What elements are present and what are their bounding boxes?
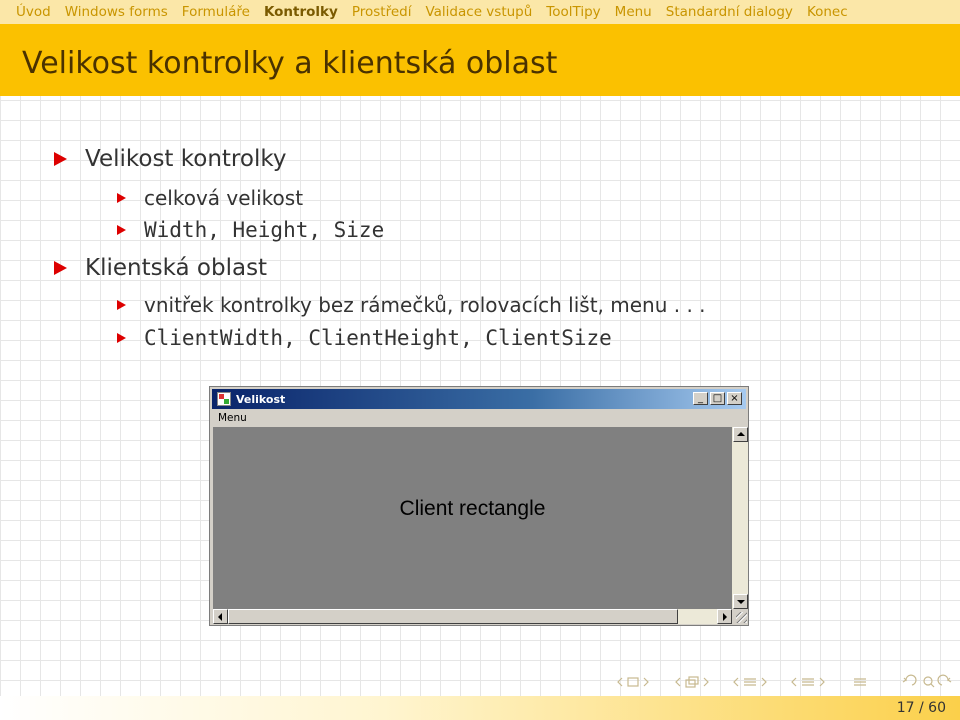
nav-item-konec[interactable]: Konec	[807, 4, 848, 20]
scroll-up-arrow-icon	[733, 427, 748, 442]
nav-left-arrow-icon	[617, 677, 623, 687]
window-title: Velikost	[236, 392, 286, 406]
nav-section-icon	[802, 678, 814, 686]
bullet-klientska-oblast: Klientská oblast	[54, 255, 267, 281]
nav-right-arrow-icon	[819, 677, 825, 687]
subbullet-width-height-size: Width, Height, Size	[117, 218, 384, 242]
maximize-icon: □	[710, 392, 725, 405]
nav-item-prostredi[interactable]: Prostředí	[352, 4, 412, 20]
scroll-down-arrow-icon	[733, 594, 748, 609]
window-menubar: Menu	[212, 409, 746, 427]
client-rectangle: Client rectangle	[213, 427, 732, 609]
search-icon	[923, 676, 933, 686]
subbullet-code-text: Width, Height, Size	[144, 218, 385, 242]
windows-form-image: Velikost _ □ × Menu Client rectangle	[209, 386, 749, 626]
section-navigation: Úvod Windows forms Formuláře Kontrolky P…	[0, 0, 960, 24]
subbullet-text: celková velikost	[144, 186, 304, 210]
nav-section-icon	[744, 678, 756, 686]
subbullet-triangle-icon	[117, 333, 126, 343]
page-number: 17 / 60	[896, 700, 946, 716]
minimize-icon: _	[693, 392, 708, 405]
nav-item-windows-forms[interactable]: Windows forms	[65, 4, 168, 20]
client-rectangle-label: Client rectangle	[399, 497, 546, 520]
scroll-right-arrow-icon	[717, 609, 732, 624]
vertical-scrollbar	[732, 427, 748, 609]
close-icon: ×	[727, 392, 742, 405]
nav-item-uvod[interactable]: Úvod	[16, 4, 51, 20]
nav-item-validace-vstupu[interactable]: Validace vstupů	[425, 4, 532, 20]
subbullet-triangle-icon	[117, 193, 126, 203]
beamer-search-symbols	[902, 674, 952, 688]
bullet-triangle-icon	[54, 261, 67, 275]
nav-document-icon	[854, 678, 866, 686]
vertical-scroll-track	[733, 442, 748, 594]
nav-item-formulare[interactable]: Formuláře	[182, 4, 250, 20]
window-controls: _ □ ×	[691, 392, 742, 405]
nav-frame-icon	[627, 677, 639, 687]
undo-icon	[902, 674, 917, 686]
subbullet-vnitrek: vnitřek kontrolky bez rámečků, rolovacíc…	[117, 293, 706, 317]
redo-icon	[937, 674, 952, 686]
nav-item-tooltipy[interactable]: ToolTipy	[546, 4, 600, 20]
beamer-navigation-symbols	[617, 676, 866, 688]
scrollbar-corner	[732, 609, 748, 624]
bullet-text: Velikost kontrolky	[85, 146, 287, 172]
window-menu-item: Menu	[218, 412, 247, 424]
subbullet-triangle-icon	[117, 300, 126, 310]
window-title-bar: Velikost _ □ ×	[212, 389, 746, 409]
nav-left-arrow-icon	[791, 677, 797, 687]
window-app-icon	[217, 392, 231, 406]
nav-right-arrow-icon	[703, 677, 709, 687]
horizontal-scrollbar	[213, 609, 732, 624]
nav-left-arrow-icon	[733, 677, 739, 687]
subbullet-celkova-velikost: celková velikost	[117, 186, 303, 210]
size-grip-icon	[736, 612, 747, 623]
subbullet-text: vnitřek kontrolky bez rámečků, rolovacíc…	[144, 293, 706, 317]
nav-right-arrow-icon	[761, 677, 767, 687]
frame-title-bar: Velikost kontrolky a klientská oblast	[0, 24, 960, 96]
nav-right-arrow-icon	[643, 677, 649, 687]
subbullet-code-text: ClientWidth, ClientHeight, ClientSize	[144, 326, 612, 350]
bullet-triangle-icon	[54, 152, 67, 166]
footer-bar: 17 / 60	[0, 696, 960, 720]
nav-item-kontrolky[interactable]: Kontrolky	[264, 4, 338, 20]
nav-item-menu[interactable]: Menu	[615, 4, 652, 20]
bullet-velikost-kontrolky: Velikost kontrolky	[54, 146, 286, 172]
frame-title: Velikost kontrolky a klientská oblast	[22, 46, 558, 81]
horizontal-scroll-thumb	[228, 609, 678, 624]
scroll-left-arrow-icon	[213, 609, 228, 624]
nav-left-arrow-icon	[675, 677, 681, 687]
nav-item-standardni-dialogy[interactable]: Standardní dialogy	[666, 4, 793, 20]
subbullet-triangle-icon	[117, 225, 126, 235]
subbullet-client-size: ClientWidth, ClientHeight, ClientSize	[117, 326, 612, 350]
bullet-text: Klientská oblast	[85, 255, 268, 281]
